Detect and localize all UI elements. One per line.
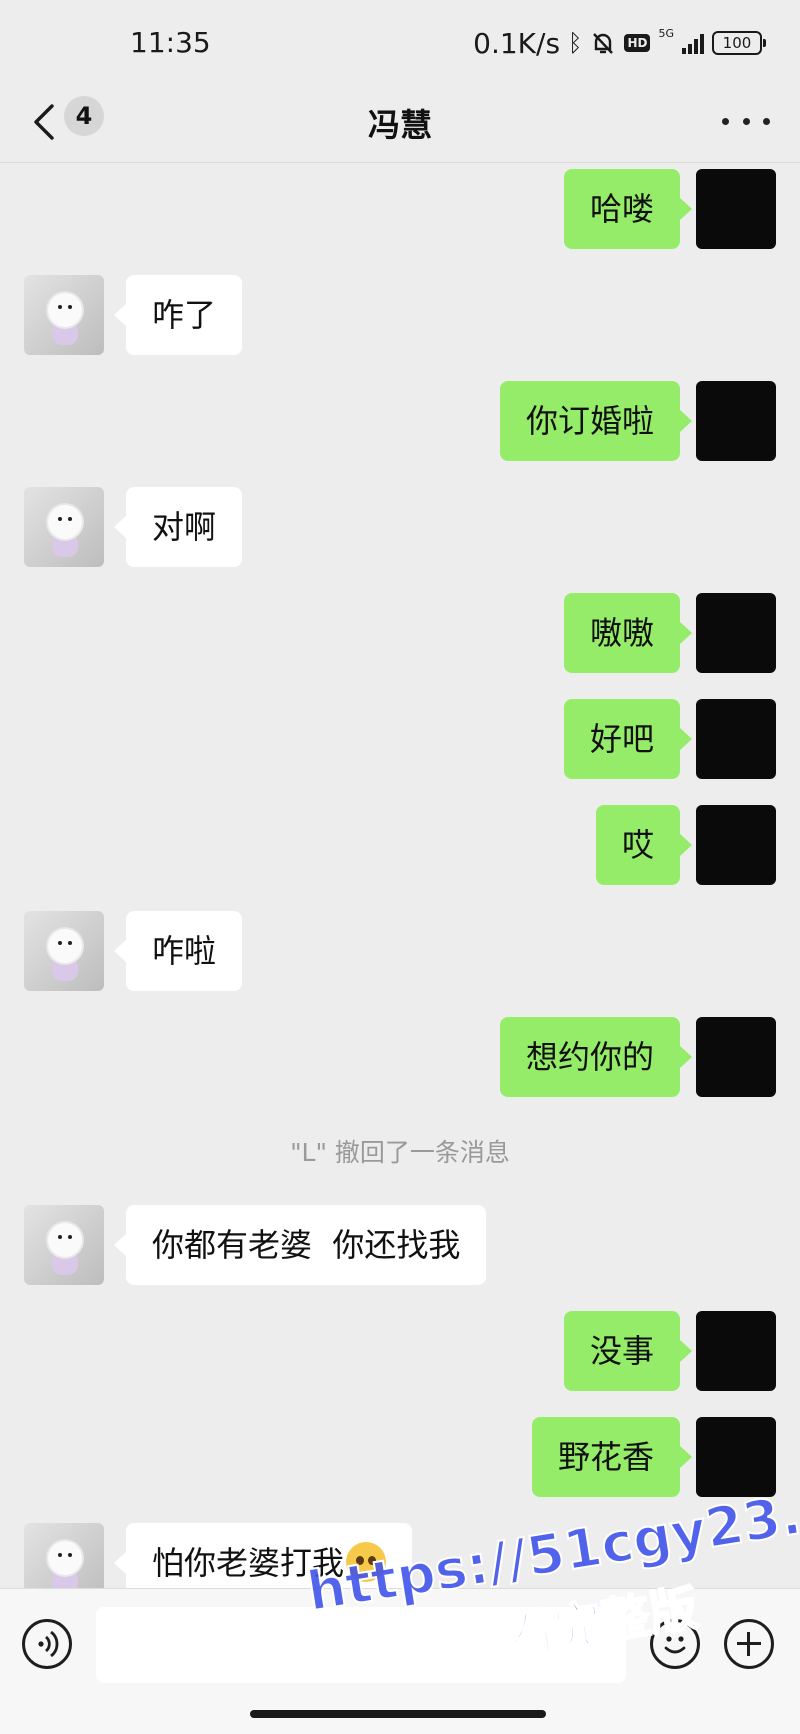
message-text: 怕你老婆打我 xyxy=(152,1544,345,1582)
message-row: 哈喽 xyxy=(0,169,800,253)
my-message-bubble[interactable]: 你订婚啦 xyxy=(499,381,693,461)
my-avatar[interactable] xyxy=(696,381,776,461)
contact-avatar[interactable] xyxy=(24,275,104,355)
contact-message-bubble[interactable]: 怕你老婆打我 xyxy=(113,1523,413,1588)
contact-avatar[interactable] xyxy=(24,1205,104,1285)
contact-message-bubble[interactable]: 你都有老婆 你还找我 xyxy=(113,1205,487,1285)
contact-avatar[interactable] xyxy=(24,487,104,567)
my-message-bubble[interactable]: 哈喽 xyxy=(563,169,693,249)
my-avatar[interactable] xyxy=(696,805,776,885)
contact-avatar[interactable] xyxy=(24,1523,104,1588)
my-message-bubble[interactable]: 嗷嗷 xyxy=(563,593,693,673)
status-icons: 0.1K/s ᛒ HD 5G 100 xyxy=(473,26,766,60)
message-row: 对啊 xyxy=(0,487,800,571)
battery-level: 100 xyxy=(722,34,752,52)
pleading-face-icon xyxy=(346,1542,387,1582)
status-bar: 11:35 0.1K/s ᛒ HD 5G 100 xyxy=(0,0,800,86)
more-actions-plus-icon[interactable] xyxy=(724,1619,774,1669)
recall-notice: "L" 撤回了一条消息 xyxy=(290,1138,510,1167)
message-row: 咋啦 xyxy=(0,911,800,995)
contact-message-bubble[interactable]: 对啊 xyxy=(113,487,243,567)
my-message-bubble[interactable]: 哎 xyxy=(595,805,693,885)
more-options-icon[interactable] xyxy=(722,106,770,136)
message-row: 嗷嗷 xyxy=(0,593,800,677)
my-message-bubble[interactable]: 好吧 xyxy=(563,699,693,779)
contact-avatar[interactable] xyxy=(24,911,104,991)
message-row: 好吧 xyxy=(0,699,800,783)
signal-icon xyxy=(682,32,704,54)
status-time: 11:35 xyxy=(130,26,211,59)
mute-bell-icon xyxy=(593,33,614,54)
chat-title: 冯慧 xyxy=(367,106,432,144)
emoji-picker-icon[interactable] xyxy=(650,1619,700,1669)
message-row: 咋了 xyxy=(0,275,800,359)
message-row: 你都有老婆 你还找我 xyxy=(0,1205,800,1289)
chat-header: 4 冯慧 xyxy=(0,86,800,163)
message-row: 野花香 xyxy=(0,1417,800,1501)
message-list[interactable]: 哈喽 咋了 你订婚啦 对啊 嗷嗷 好吧 哎 咋啦 想约你的 "L" 撤回了一条消… xyxy=(0,163,800,1588)
my-avatar[interactable] xyxy=(696,169,776,249)
home-indicator[interactable] xyxy=(250,1710,546,1718)
my-message-bubble[interactable]: 想约你的 xyxy=(499,1017,693,1097)
hd-icon: HD xyxy=(624,34,651,52)
message-row: 想约你的 xyxy=(0,1017,800,1101)
voice-input-icon[interactable] xyxy=(22,1619,72,1669)
contact-message-bubble[interactable]: 咋了 xyxy=(113,275,243,355)
message-row: 哎 xyxy=(0,805,800,889)
message-row: 你订婚啦 xyxy=(0,381,800,465)
net-speed: 0.1K/s xyxy=(473,26,561,60)
battery-icon: 100 xyxy=(712,31,766,55)
my-avatar[interactable] xyxy=(696,1017,776,1097)
my-avatar[interactable] xyxy=(696,1417,776,1497)
message-row: 没事 xyxy=(0,1311,800,1395)
bluetooth-icon: ᛒ xyxy=(568,29,583,57)
network-type: 5G xyxy=(658,26,674,40)
contact-message-bubble[interactable]: 咋啦 xyxy=(113,911,243,991)
my-message-bubble[interactable]: 没事 xyxy=(563,1311,693,1391)
message-input[interactable] xyxy=(96,1607,626,1683)
my-avatar[interactable] xyxy=(696,699,776,779)
my-message-bubble[interactable]: 野花香 xyxy=(531,1417,693,1497)
my-avatar[interactable] xyxy=(696,593,776,673)
message-row: 怕你老婆打我 xyxy=(0,1523,800,1588)
my-avatar[interactable] xyxy=(696,1311,776,1391)
